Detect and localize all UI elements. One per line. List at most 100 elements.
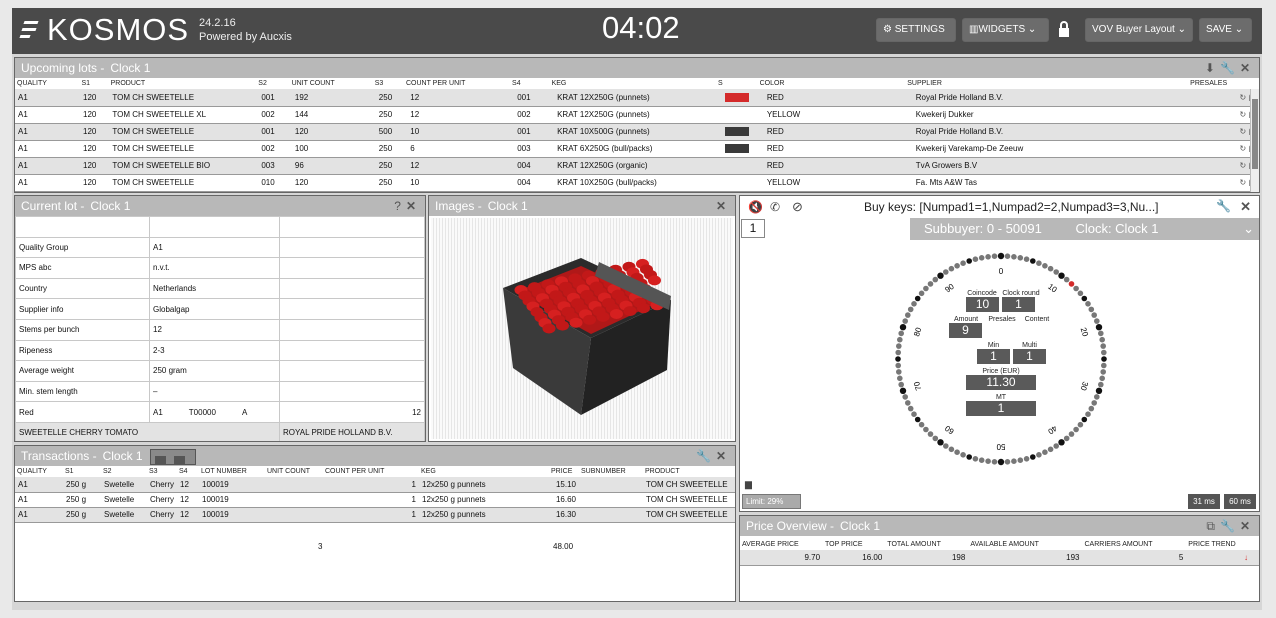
price-value: 11.30	[966, 375, 1036, 390]
table-cell: 120	[80, 140, 110, 158]
dial-dot	[1094, 318, 1100, 324]
clock-time: 04:02	[602, 10, 680, 45]
settings-button[interactable]: ⚙ SETTINGS	[876, 18, 956, 42]
layout-select[interactable]: VOV Buyer Layout ⌄	[1085, 18, 1193, 42]
upcoming-lots-panel: Upcoming lots - Clock 1 ⬇🔧✕ QUALITY S1 PROD…	[14, 57, 1260, 193]
external-link-icon[interactable]: ⧉	[1206, 519, 1220, 533]
column-header: SUPPLIER	[907, 80, 942, 87]
buy-clock-panel: 🔇 ✆ ⊘ Buy keys: [Numpad1=1,Numpad2=2,Num…	[739, 195, 1260, 512]
dial-dot	[1085, 411, 1091, 417]
kosmos-logo-icon	[19, 19, 39, 41]
dial-dot	[1047, 265, 1054, 272]
table-row[interactable]: A1 120 TOM CH SWEETELLE 001 192 250 12 001 KRAT …	[15, 89, 1259, 107]
table-row[interactable]: A1 120 TOM CH SWEETELLE 001 120 500 10 001 KRAT …	[15, 123, 1259, 141]
table-cell	[279, 257, 425, 279]
phone-icon[interactable]: ✆	[770, 200, 780, 214]
images-panel: Images - Clock 1 ✕	[428, 195, 736, 442]
dial-dot	[1068, 281, 1075, 287]
close-icon[interactable]: ✕	[716, 449, 731, 463]
table-cell: 002	[258, 140, 292, 158]
grid-view-icon[interactable]	[154, 456, 166, 466]
dial-dot	[1088, 405, 1095, 412]
table-cell: 100019	[199, 492, 265, 508]
dial-dot	[918, 421, 925, 428]
close-icon[interactable]: ✕	[406, 199, 421, 213]
table-cell: 003	[258, 157, 292, 175]
single-view-icon[interactable]	[173, 456, 185, 466]
table-cell: A1	[15, 492, 63, 508]
table-row[interactable]: A1 120 TOM CH SWEETELLE BIO 003 96 250 12 004 KR…	[15, 157, 1259, 175]
dial-dot	[1100, 369, 1106, 375]
lot-value: n.v.t.	[149, 257, 280, 279]
dial-dot	[1085, 301, 1091, 307]
coincode-value: 10	[966, 297, 999, 312]
block-icon[interactable]: ⊘	[792, 199, 803, 215]
lot-quality: A1	[153, 407, 163, 417]
dial-dot	[907, 306, 914, 313]
table-cell	[279, 216, 425, 238]
dial-dot	[896, 369, 902, 375]
wrench-icon[interactable]: 🔧	[1220, 61, 1240, 75]
close-icon[interactable]: ✕	[1240, 61, 1255, 75]
dial-dot	[991, 253, 998, 259]
wrench-icon[interactable]: 🔧	[1220, 519, 1240, 533]
lot-label: MPS abc	[15, 257, 150, 279]
dial-dot	[1023, 256, 1030, 262]
settings-label: SETTINGS	[894, 24, 945, 35]
close-icon[interactable]: ✕	[1240, 199, 1251, 215]
page-indicator[interactable]: 1	[741, 219, 765, 238]
chevron-down-icon: ⌄	[1177, 24, 1186, 35]
dial-dot	[1077, 290, 1084, 297]
help-icon[interactable]: ?	[394, 199, 406, 213]
table-cell	[265, 492, 323, 508]
current-lot-header: Current lot - Clock 1 ?✕	[15, 196, 425, 216]
tomato-shape	[569, 317, 583, 328]
scrollbar[interactable]	[1250, 89, 1259, 192]
dial-dot	[1100, 343, 1106, 349]
wrench-icon[interactable]: 🔧	[696, 449, 716, 463]
download-icon[interactable]: ⬇	[1205, 61, 1220, 75]
panel-clock: Clock 1	[102, 449, 143, 463]
table-cell: 144	[291, 106, 376, 124]
close-icon[interactable]: ✕	[716, 199, 731, 213]
table-cell: 250	[375, 106, 408, 124]
dial-dot	[1094, 394, 1100, 400]
table-row[interactable]: A1 250 g Swetelle Cherry 12 100019 1 12x250 g p…	[15, 492, 735, 508]
price-value: 193	[968, 550, 1083, 566]
view-toggle[interactable]	[149, 448, 196, 466]
table-row[interactable]: A1 250 g Swetelle Cherry 12 100019 1 12x250 g p…	[15, 507, 735, 523]
table-cell: 100019	[199, 507, 265, 523]
transactions-table: A1 250 g Swetelle Cherry 12 100019 1 12x250 g p…	[15, 477, 735, 523]
save-button[interactable]: SAVE ⌄	[1199, 18, 1252, 42]
widgets-button[interactable]: ▥WIDGETS ⌄	[962, 18, 1049, 42]
table-cell: 96	[291, 157, 376, 175]
tomato-shape	[623, 306, 637, 317]
table-cell: 250	[375, 89, 408, 107]
table-row[interactable]: A1 120 TOM CH SWEETELLE XL 002 144 250 12 002 KR…	[15, 106, 1259, 124]
column-header: KEG	[551, 80, 567, 87]
table-cell: TOM CH SWEETELLE	[109, 89, 259, 107]
color-swatch	[724, 92, 749, 102]
product-name: SWEETELLE CHERRY TOMATO	[15, 421, 280, 441]
table-row[interactable]: A1 120 TOM CH SWEETELLE 002 100 250 6 003 KRAT 6…	[15, 140, 1259, 158]
table-row[interactable]: A1 250 g Swetelle Cherry 12 100019 1 12x250 g p…	[15, 477, 735, 493]
panel-title: Upcoming lots	[21, 61, 98, 75]
table-cell: 15.10	[549, 477, 579, 493]
subbuyer-select[interactable]: Subbuyer: 0 - 50091 Clock: Clock 1 ⌄	[910, 218, 1259, 240]
dial-dot	[1017, 255, 1024, 261]
lock-icon[interactable]	[1058, 20, 1070, 38]
comment-icon[interactable]: ▆	[745, 479, 752, 490]
tomato-shape	[637, 303, 650, 314]
table-cell: 1	[323, 477, 419, 493]
current-lot-table: Quality Group A1 MPS abc n.v.t. Country Nethe…	[15, 216, 425, 441]
table-cell: 120	[80, 157, 110, 175]
latency-badge: 31 ms	[1188, 494, 1220, 509]
dial-dot	[902, 394, 908, 400]
widgets-label: WIDGETS	[978, 24, 1026, 35]
table-row[interactable]: A1 120 TOM CH SWEETELLE 010 120 250 10 004 KRAT …	[15, 174, 1259, 192]
wrench-icon[interactable]: 🔧	[1216, 199, 1231, 213]
close-icon[interactable]: ✕	[1240, 519, 1255, 533]
table-cell: 6	[407, 140, 515, 158]
transactions-header: Transactions - Clock 1 🔧✕	[15, 446, 735, 466]
mute-icon[interactable]: 🔇	[748, 200, 763, 214]
